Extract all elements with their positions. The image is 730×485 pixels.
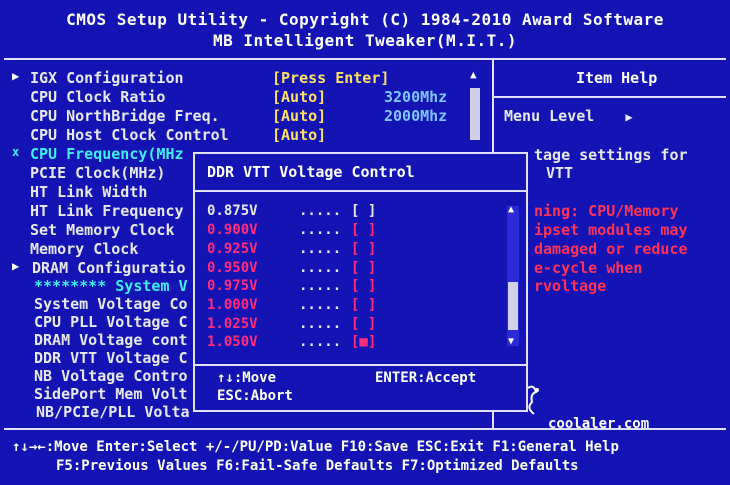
- menu-item-value: [Auto]: [272, 107, 327, 125]
- dialog-scroll-up-icon[interactable]: ▲: [508, 204, 514, 215]
- option-dots: .....: [299, 278, 342, 294]
- option-dots: .....: [299, 316, 342, 332]
- menu-item-label: CPU PLL Voltage C: [34, 313, 188, 331]
- dialog-hint-esc: ESC:Abort: [217, 388, 293, 404]
- voltage-option-1000[interactable]: 1.000V..... [ ]: [207, 297, 376, 313]
- menu-item-frequency: 2000Mhz: [384, 107, 448, 125]
- menu-item-label: Memory Clock: [30, 240, 139, 258]
- header-title: CMOS Setup Utility - Copyright (C) 1984-…: [66, 10, 664, 29]
- help-title-divider: [494, 96, 726, 98]
- dialog-title: DDR VTT Voltage Control: [207, 163, 415, 181]
- voltage-option-0875[interactable]: 0.875V..... [ ]: [207, 203, 376, 219]
- voltage-option-0950[interactable]: 0.950V..... [ ]: [207, 260, 376, 276]
- help-warning-line: e-cycle when: [534, 259, 643, 277]
- menu-item-label: HT Link Frequency: [30, 202, 184, 220]
- help-warning-line: rvoltage: [534, 277, 607, 295]
- menu-item-frequency: 3200Mhz: [384, 88, 448, 106]
- menu-item-label: DDR VTT Voltage C: [34, 349, 188, 367]
- menu-item-label: System Voltage Co: [34, 295, 188, 313]
- item-help-title: Item Help: [576, 69, 658, 87]
- menu-item-value: [Auto]: [272, 88, 327, 106]
- voltage-option-1050-selected[interactable]: 1.050V..... [■]: [207, 334, 376, 350]
- menu-item-value: [Auto]: [272, 126, 327, 144]
- menu-item-label: NB Voltage Contro: [34, 367, 188, 385]
- option-checkbox: [ ]: [351, 222, 377, 238]
- dialog-footer-divider: [195, 364, 526, 366]
- bios-screen: CMOS Setup Utility - Copyright (C) 1984-…: [0, 0, 730, 485]
- header-subtitle: MB Intelligent Tweaker(M.I.T.): [213, 31, 517, 50]
- voltage-option-0925[interactable]: 0.925V..... [ ]: [207, 241, 376, 257]
- disabled-marker-icon: x: [12, 145, 20, 159]
- help-warning-line: ipset modules may: [534, 221, 688, 239]
- voltage-option-0900[interactable]: 0.900V..... [ ]: [207, 222, 376, 238]
- option-dots: .....: [299, 241, 342, 257]
- menu-item-value: [Press Enter]: [272, 69, 390, 87]
- option-dots: .....: [299, 222, 342, 238]
- option-checkbox: [ ]: [351, 297, 377, 313]
- option-value: 0.950V: [207, 260, 258, 276]
- option-value: 0.925V: [207, 241, 258, 257]
- voltage-option-1025[interactable]: 1.025V..... [ ]: [207, 316, 376, 332]
- option-value: 1.050V: [207, 334, 258, 350]
- footer-keys-line1: ↑↓→←:Move Enter:Select +/-/PU/PD:Value F…: [12, 439, 619, 455]
- option-dots: .....: [299, 260, 342, 276]
- scroll-up-arrow-icon[interactable]: ▲: [470, 68, 477, 81]
- menu-item-label: CPU Frequency(MHz: [30, 145, 184, 163]
- option-checkbox: [ ]: [351, 316, 377, 332]
- help-line: tage settings for: [534, 146, 688, 164]
- dialog-hint-move: ↑↓:Move: [217, 370, 277, 386]
- menu-item-label: IGX Configuration: [30, 69, 184, 87]
- submenu-arrow-icon: ▶: [12, 259, 20, 273]
- dialog-scroll-down-icon[interactable]: ▼: [508, 336, 514, 347]
- help-warning-line: damaged or reduce: [534, 240, 688, 258]
- option-dots: .....: [299, 297, 342, 313]
- dialog-hint-enter: ENTER:Accept: [375, 370, 477, 386]
- option-checkbox: [ ]: [351, 241, 377, 257]
- menu-item-label: NB/PCIe/PLL Volta: [36, 403, 190, 421]
- option-checkbox: [ ]: [351, 260, 377, 276]
- menu-level-label: Menu Level ▶: [504, 107, 633, 125]
- ddr-vtt-voltage-dialog: DDR VTT Voltage Control 0.875V..... [ ] 0…: [193, 152, 528, 412]
- option-checkbox: [ ]: [351, 278, 377, 294]
- menu-item-label: DRAM Voltage cont: [34, 331, 188, 349]
- option-checkbox-checked: [■]: [351, 334, 377, 350]
- help-warning-line: ning: CPU/Memory: [534, 202, 679, 220]
- coolaler-logo-icon: [527, 385, 539, 415]
- menu-item-label: CPU Host Clock Control: [30, 126, 229, 144]
- dialog-scrollbar-thumb[interactable]: [508, 282, 518, 330]
- frame-top-border: [4, 58, 726, 60]
- menu-level-arrow-icon: ▶: [625, 110, 633, 124]
- submenu-arrow-icon: ▶: [12, 69, 20, 83]
- option-dots: .....: [299, 203, 342, 219]
- option-value: 0.900V: [207, 222, 258, 238]
- menu-item-label: CPU Clock Ratio: [30, 88, 166, 106]
- option-value: 0.975V: [207, 278, 258, 294]
- menu-item-label: PCIE Clock(MHz): [30, 164, 166, 182]
- help-line: VTT: [546, 164, 574, 182]
- option-dots: .....: [299, 334, 342, 350]
- menu-item-label: Set Memory Clock: [30, 221, 175, 239]
- option-value: 0.875V: [207, 203, 258, 219]
- menu-item-label: CPU NorthBridge Freq.: [30, 107, 220, 125]
- menu-item-label: DRAM Configuratio: [32, 259, 186, 277]
- section-header-label: ******** System V: [34, 277, 188, 295]
- option-checkbox: [ ]: [351, 203, 377, 219]
- dialog-title-divider: [195, 190, 526, 192]
- menu-item-label: HT Link Width: [30, 183, 148, 201]
- scrollbar-thumb[interactable]: [470, 88, 480, 140]
- watermark-text: coolaler.com: [548, 416, 650, 432]
- option-value: 1.000V: [207, 297, 258, 313]
- footer-keys-line2: F5:Previous Values F6:Fail-Safe Defaults…: [56, 458, 579, 474]
- menu-item-label: SidePort Mem Volt: [34, 385, 188, 403]
- option-value: 1.025V: [207, 316, 258, 332]
- voltage-option-0975[interactable]: 0.975V..... [ ]: [207, 278, 376, 294]
- menu-level-text: Menu Level: [504, 107, 595, 125]
